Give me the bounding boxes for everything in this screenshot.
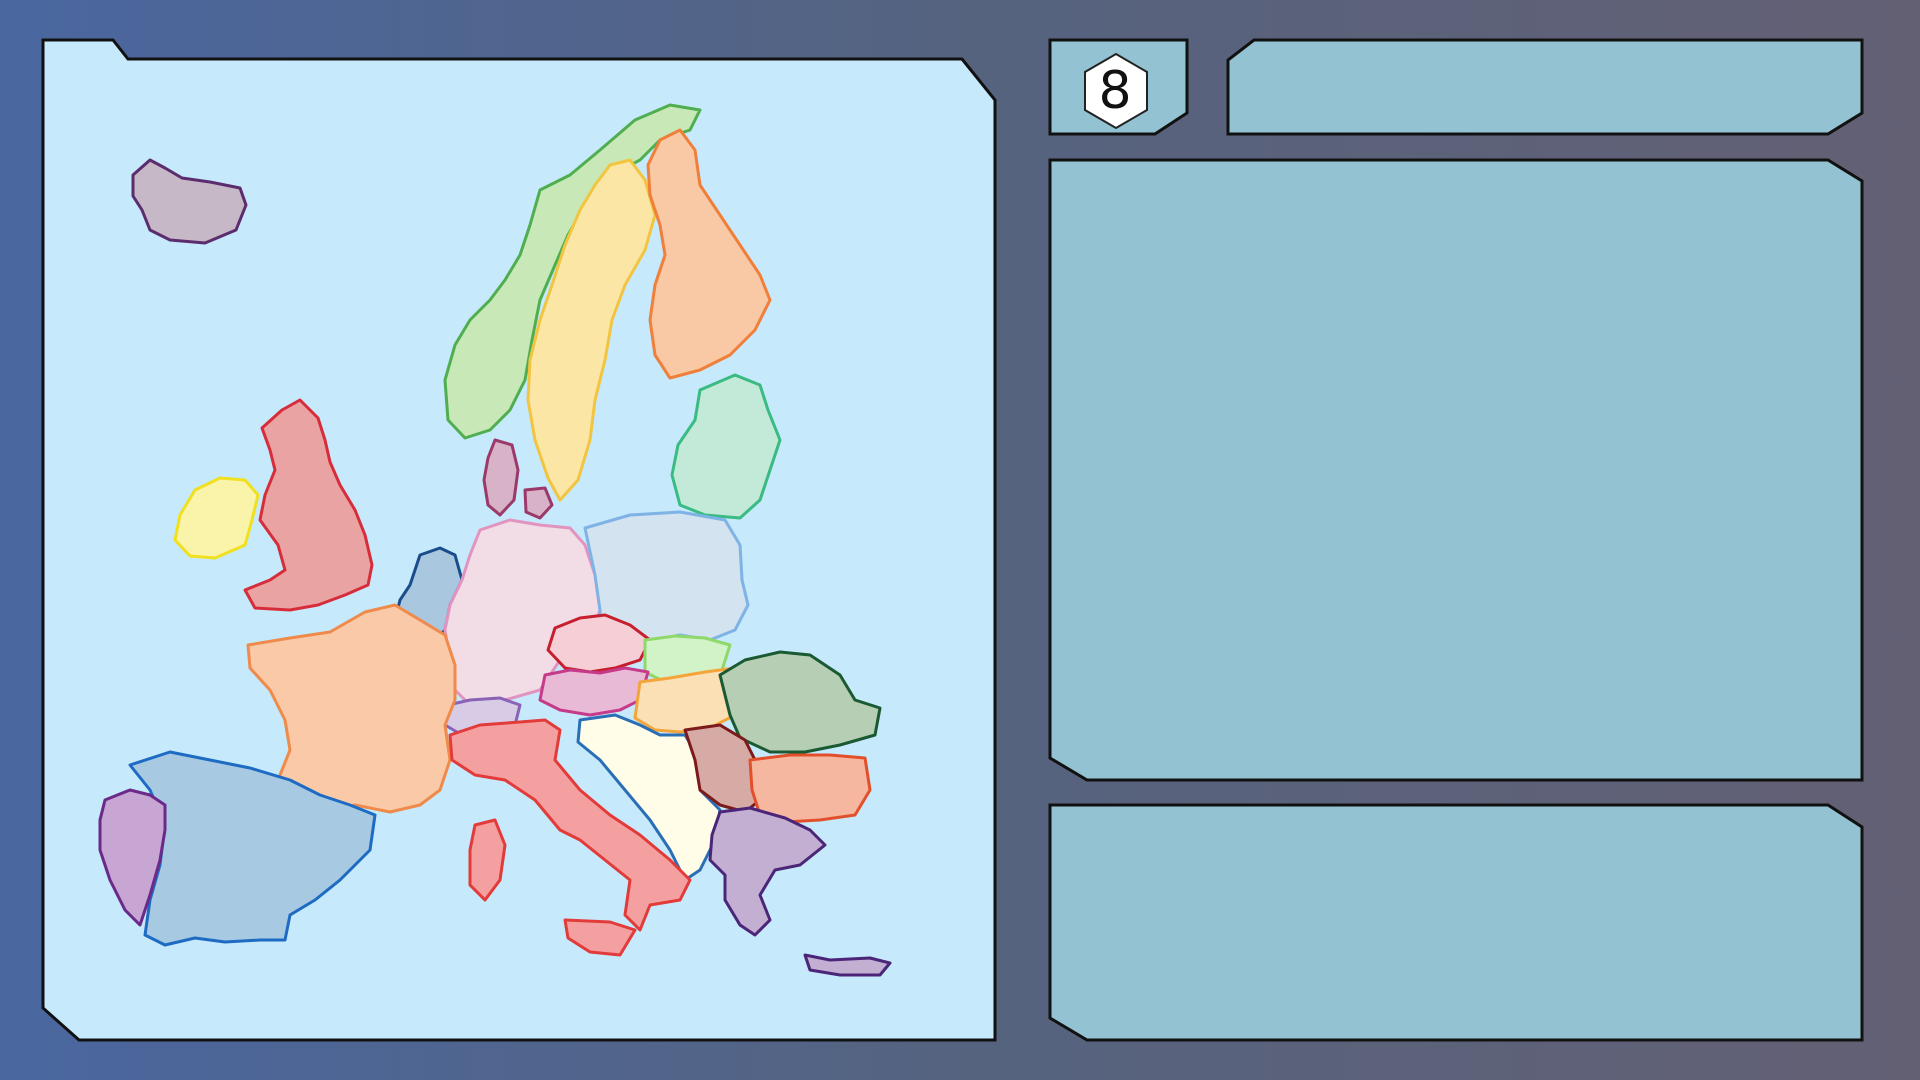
region-finland[interactable] [646, 128, 772, 380]
region-austria[interactable] [538, 666, 650, 717]
region-romania[interactable] [718, 650, 882, 754]
region-baltics[interactable] [670, 373, 782, 520]
region-united-kingdom[interactable] [243, 398, 374, 612]
region-greece[interactable] [708, 806, 892, 977]
region-iceland[interactable] [131, 158, 248, 245]
europe-map [98, 103, 892, 977]
region-ireland[interactable] [173, 476, 260, 560]
